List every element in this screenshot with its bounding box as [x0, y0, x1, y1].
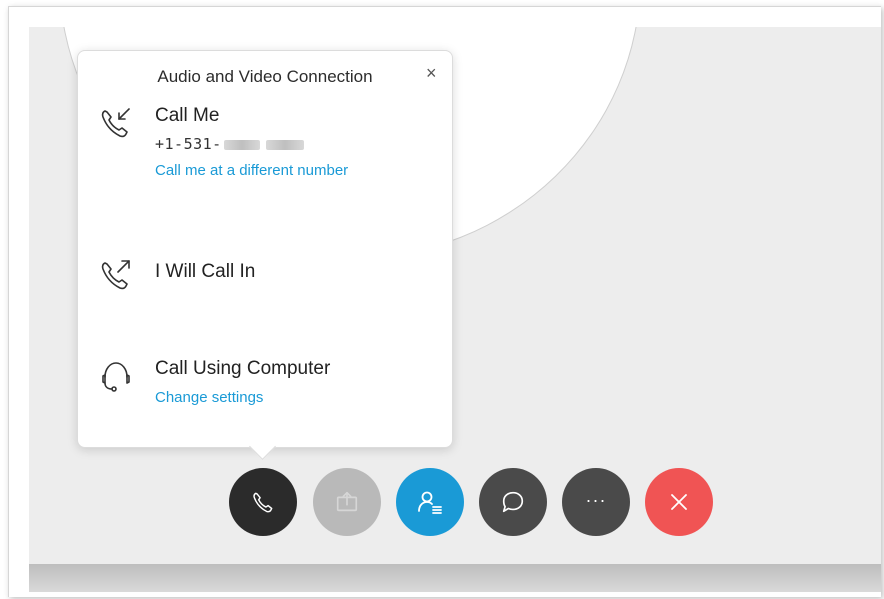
- chat-bubble-icon: [500, 489, 526, 515]
- share-button[interactable]: [313, 468, 381, 536]
- more-button[interactable]: ···: [562, 468, 630, 536]
- participants-button[interactable]: [396, 468, 464, 536]
- headset-icon: [98, 357, 134, 393]
- change-settings-link[interactable]: Change settings: [155, 389, 263, 406]
- phone-number: +1-531-: [155, 135, 304, 153]
- leave-button[interactable]: [645, 468, 713, 536]
- phone-incoming-icon: [98, 105, 134, 141]
- participants-icon: [416, 488, 444, 516]
- call-using-computer-title: Call Using Computer: [155, 358, 331, 379]
- close-icon: [667, 490, 691, 514]
- phone-icon: [250, 489, 276, 515]
- share-icon: [334, 489, 360, 515]
- audio-button[interactable]: [229, 468, 297, 536]
- call-me-title: Call Me: [155, 105, 220, 126]
- redacted-block: [265, 139, 304, 150]
- meeting-controls: ···: [0, 468, 884, 538]
- call-different-number-link[interactable]: Call me at a different number: [155, 162, 348, 179]
- chat-button[interactable]: [479, 468, 547, 536]
- more-icon: ···: [585, 489, 607, 510]
- call-in-title: I Will Call In: [155, 261, 256, 282]
- phone-prefix: +1-531-: [155, 135, 222, 153]
- close-popover-button[interactable]: ×: [426, 63, 437, 84]
- phone-outgoing-icon: [98, 257, 134, 293]
- audio-video-connection-popover: Audio and Video Connection × Call Me +1-…: [77, 50, 453, 448]
- popover-title: Audio and Video Connection: [157, 67, 373, 86]
- redacted-block: [223, 139, 260, 150]
- bottom-bar: [29, 564, 881, 592]
